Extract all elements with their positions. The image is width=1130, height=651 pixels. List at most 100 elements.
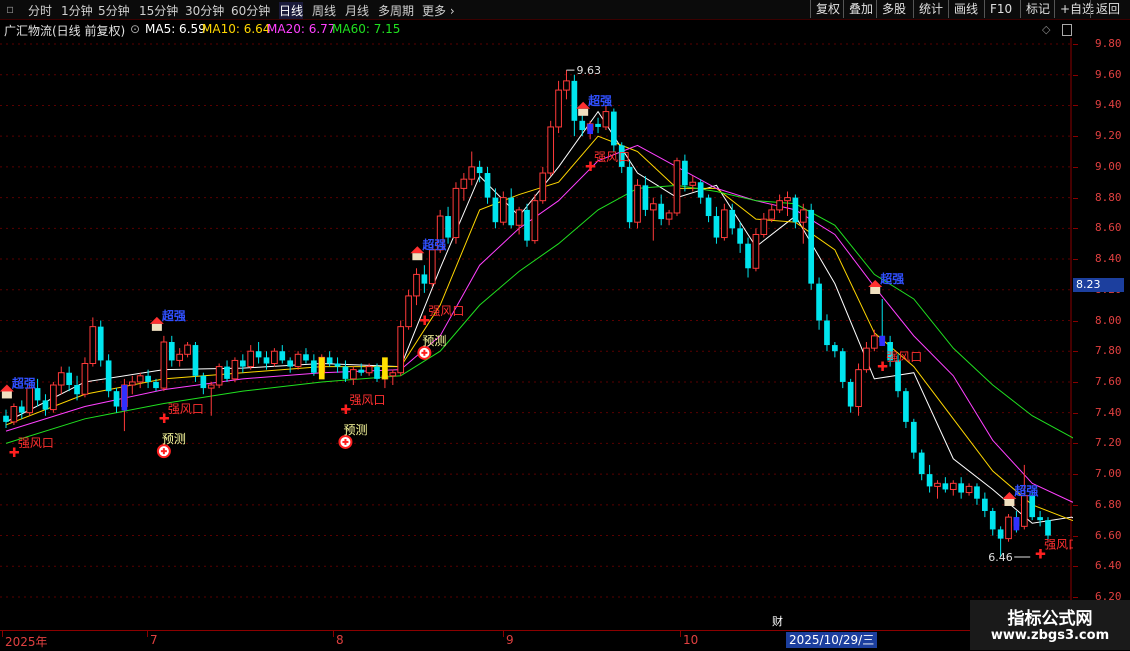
candle-body	[689, 181, 697, 186]
price-tick-mark	[1073, 535, 1078, 537]
signal-candle	[121, 385, 128, 411]
super-strong-label: 超强	[421, 237, 446, 252]
month-tick	[503, 631, 504, 637]
toolbar-button-2[interactable]: 多股	[876, 0, 911, 18]
candle-body	[626, 166, 633, 223]
period-tab-2[interactable]: 5分钟	[98, 2, 130, 19]
candle-body	[105, 360, 112, 392]
candle-body	[799, 209, 807, 223]
candle-body	[682, 160, 688, 186]
candle-body	[658, 203, 665, 220]
period-tab-1[interactable]: 1分钟	[61, 2, 93, 19]
price-axis: 9.809.609.409.209.008.808.608.408.208.00…	[1073, 0, 1130, 630]
candle-body	[705, 197, 712, 217]
indicator-info-bar: 广汇物流(日线 前复权) ⊙ MA5: 6.59 MA10: 6.64 MA20…	[0, 20, 1070, 38]
candle-body	[1029, 495, 1036, 518]
period-tab-5[interactable]: 60分钟	[231, 2, 270, 19]
price-tick: 7.80	[1095, 344, 1122, 358]
candle-body	[215, 366, 223, 386]
price-tick: 7.00	[1095, 467, 1122, 481]
price-tick-mark	[1073, 504, 1078, 506]
period-tab-8[interactable]: 月线	[345, 2, 369, 19]
candle-body	[10, 406, 18, 423]
candle-body	[428, 249, 436, 285]
toolbar-button-5[interactable]: F10	[984, 0, 1017, 18]
strong-signal-label: 强风口	[168, 402, 204, 416]
candle-body	[768, 209, 776, 220]
strong-signal-label: 强风口	[428, 304, 464, 318]
candle-body	[389, 372, 397, 377]
price-tick: 9.20	[1095, 129, 1122, 143]
price-tick-mark	[1073, 566, 1078, 568]
house-icon-body	[1, 391, 12, 399]
price-tick: 6.40	[1095, 559, 1122, 573]
candle-body	[42, 400, 49, 410]
price-tick-mark	[1073, 320, 1078, 322]
period-tab-6[interactable]: 日线	[279, 2, 304, 19]
toolbar-button-4[interactable]: 画线	[948, 0, 983, 18]
candle-body	[847, 381, 854, 407]
signal-candle-yellow	[382, 357, 388, 380]
candle-body	[176, 353, 184, 361]
candle-body	[168, 342, 175, 361]
candlestick-chart[interactable]: 9.636.46✚强风口✚强风口✚强风口✚强风口✚强风口✚强风口✚强风口预测预测…	[0, 38, 1073, 630]
price-tick-mark	[1073, 105, 1078, 107]
price-tick-mark	[1073, 166, 1078, 168]
price-tick-mark	[1073, 381, 1078, 383]
candle-body	[499, 197, 507, 223]
period-tab-4[interactable]: 30分钟	[185, 2, 224, 19]
candle-body	[263, 357, 270, 364]
price-tick: 7.40	[1095, 405, 1122, 419]
stock-title[interactable]: 广汇物流(日线 前复权)	[4, 22, 125, 39]
period-tab-10[interactable]: 更多 ›	[422, 2, 455, 19]
price-tick: 8.00	[1095, 313, 1122, 327]
toolbar-button-3[interactable]: 统计	[913, 0, 948, 18]
month-tick	[2, 631, 3, 637]
panel-toggle-icon[interactable]	[1062, 24, 1072, 36]
menu-icon[interactable]: ▫	[6, 2, 14, 16]
house-icon-body	[578, 108, 589, 116]
house-icon-body	[1004, 498, 1015, 506]
current-price-badge: 8.23	[1073, 278, 1124, 293]
price-tick: 9.40	[1095, 98, 1122, 112]
candle-body	[563, 80, 570, 91]
toolbar-button-0[interactable]: 复权	[810, 0, 845, 18]
signal-candle	[1013, 517, 1020, 531]
price-tick-mark	[1073, 228, 1078, 230]
period-tab-3[interactable]: 15分钟	[139, 2, 178, 19]
settings-toggle-icon[interactable]: ⊙	[130, 22, 140, 36]
price-tick-mark	[1073, 259, 1078, 261]
toolbar-button-1[interactable]: 叠加	[843, 0, 878, 18]
candle-body	[824, 320, 830, 346]
candle-body	[855, 369, 862, 408]
toolbar-button-6[interactable]: 标记	[1020, 0, 1055, 18]
watermark-title: 指标公式网	[1007, 609, 1093, 629]
candle-body	[460, 178, 468, 189]
candle-body	[792, 197, 799, 223]
candle-body	[26, 387, 34, 414]
candle-body	[571, 80, 578, 121]
finance-marker[interactable]: 财	[772, 613, 783, 629]
price-tick-mark	[1073, 443, 1078, 445]
candle-body	[816, 283, 822, 321]
candle-body	[271, 350, 278, 365]
ma60-value: MA60: 7.15	[332, 22, 401, 36]
signal-candle	[879, 335, 886, 347]
price-tick: 6.60	[1095, 528, 1122, 542]
period-tab-0[interactable]: 分时	[28, 2, 52, 19]
price-tick: 6.80	[1095, 497, 1122, 511]
predict-label: 预测	[422, 334, 446, 348]
period-tab-9[interactable]: 多周期	[378, 2, 414, 19]
candle-body	[294, 353, 302, 368]
period-tab-7[interactable]: 周线	[312, 2, 336, 19]
price-tick: 9.80	[1095, 37, 1122, 50]
predict-label: 预测	[343, 423, 367, 437]
price-tick-mark	[1073, 351, 1078, 353]
strong-signal-label: 强风口	[594, 150, 630, 164]
signal-candle-yellow	[318, 357, 325, 380]
candle-body	[405, 295, 412, 328]
price-tick: 7.20	[1095, 436, 1122, 450]
candle-body	[468, 166, 476, 180]
candle-body	[903, 391, 909, 422]
diamond-icon[interactable]: ◇	[1042, 23, 1050, 36]
